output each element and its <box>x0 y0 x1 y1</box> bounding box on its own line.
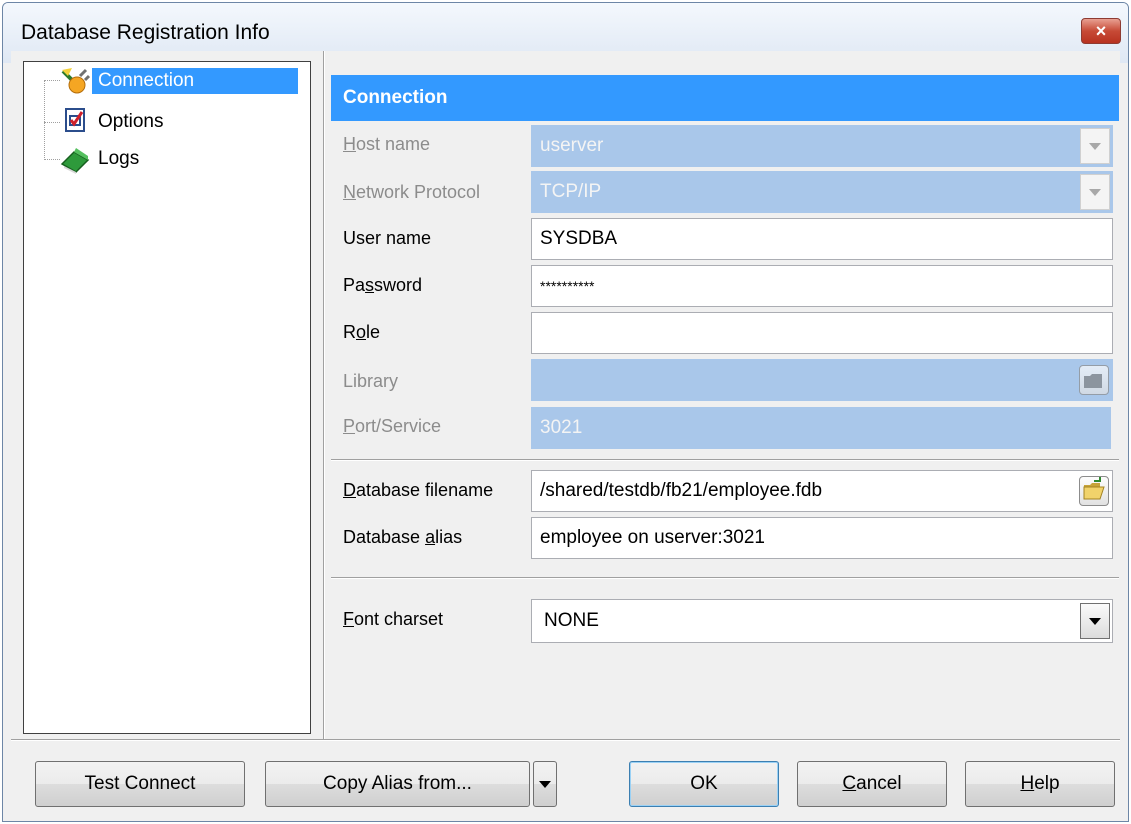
library-browse-button[interactable] <box>1079 365 1109 395</box>
chevron-down-icon <box>539 780 551 788</box>
network-protocol-dropdown-button[interactable] <box>1080 174 1110 210</box>
database-alias-value: employee on userver:3021 <box>540 527 765 548</box>
dialog-window: Database Registration Info × Connection … <box>2 2 1129 822</box>
password-value: ********** <box>540 278 595 294</box>
database-filename-browse-button[interactable] <box>1079 476 1109 506</box>
tree-item-options[interactable]: Options <box>60 105 308 139</box>
network-protocol-label: Network Protocol <box>343 182 481 202</box>
tree-item-logs[interactable]: Logs <box>60 142 308 176</box>
panel-header: Connection <box>331 75 1119 121</box>
library-label: Library <box>343 371 399 391</box>
database-filename-value: /shared/testdb/fb21/employee.fdb <box>540 480 823 501</box>
host-name-combobox[interactable]: userver <box>531 125 1113 167</box>
database-filename-label: Database filename <box>343 480 494 500</box>
test-connect-button[interactable]: Test Connect <box>35 761 245 807</box>
book-icon <box>60 144 90 174</box>
database-filename-input[interactable]: /shared/testdb/fb21/employee.fdb <box>531 470 1113 512</box>
database-alias-label: Database alias <box>343 527 463 547</box>
tree-item-connection[interactable]: Connection <box>60 64 308 98</box>
role-input[interactable] <box>531 312 1113 354</box>
button-bar-divider <box>11 739 1120 741</box>
network-protocol-combobox[interactable]: TCP/IP <box>531 171 1113 213</box>
port-service-input[interactable]: 3021 <box>531 407 1111 449</box>
checklist-icon <box>60 107 90 137</box>
help-button[interactable]: Help <box>965 761 1115 807</box>
user-name-value: SYSDBA <box>540 228 618 249</box>
tree-item-label: Connection <box>92 68 298 94</box>
host-name-label: Host name <box>343 134 431 154</box>
tree-item-label: Logs <box>98 148 140 169</box>
cancel-button[interactable]: Cancel <box>797 761 947 807</box>
close-icon: × <box>1095 21 1107 41</box>
user-name-label: User name <box>343 228 432 248</box>
port-service-label: Port/Service <box>343 416 442 436</box>
folder-open-icon <box>1080 477 1108 510</box>
host-name-dropdown-button[interactable] <box>1080 128 1110 164</box>
role-label: Role <box>343 322 381 342</box>
vertical-divider <box>323 51 325 739</box>
folder-icon <box>1080 374 1108 399</box>
tree-item-label: Options <box>98 111 164 132</box>
library-input[interactable] <box>531 359 1113 401</box>
network-protocol-value: TCP/IP <box>540 181 602 202</box>
font-charset-dropdown-button[interactable] <box>1080 603 1110 639</box>
font-charset-value: NONE <box>544 610 599 631</box>
user-name-input[interactable]: SYSDBA <box>531 218 1113 260</box>
chevron-down-icon <box>1089 142 1101 150</box>
font-charset-select[interactable]: NONE <box>531 599 1113 643</box>
font-charset-label: Font charset <box>343 609 444 629</box>
copy-alias-button[interactable]: Copy Alias from... <box>265 761 530 807</box>
port-service-value: 3021 <box>540 417 583 438</box>
password-label: Password <box>343 275 423 295</box>
chevron-down-icon <box>1089 188 1101 196</box>
navigation-tree[interactable]: Connection Options Logs <box>23 61 311 734</box>
dialog-client: Connection Options Logs Connection Host … <box>11 51 1120 815</box>
chevron-down-icon <box>1089 617 1101 625</box>
database-alias-input[interactable]: employee on userver:3021 <box>531 517 1113 559</box>
copy-alias-dropdown-button[interactable] <box>533 761 557 807</box>
window-title: Database Registration Info <box>21 21 270 44</box>
password-input[interactable]: ********** <box>531 265 1113 307</box>
host-name-value: userver <box>540 135 604 156</box>
section-divider <box>331 459 1119 461</box>
plug-icon <box>60 66 91 96</box>
ok-button[interactable]: OK <box>629 761 779 807</box>
close-button[interactable]: × <box>1081 18 1121 44</box>
section-divider <box>331 577 1119 579</box>
